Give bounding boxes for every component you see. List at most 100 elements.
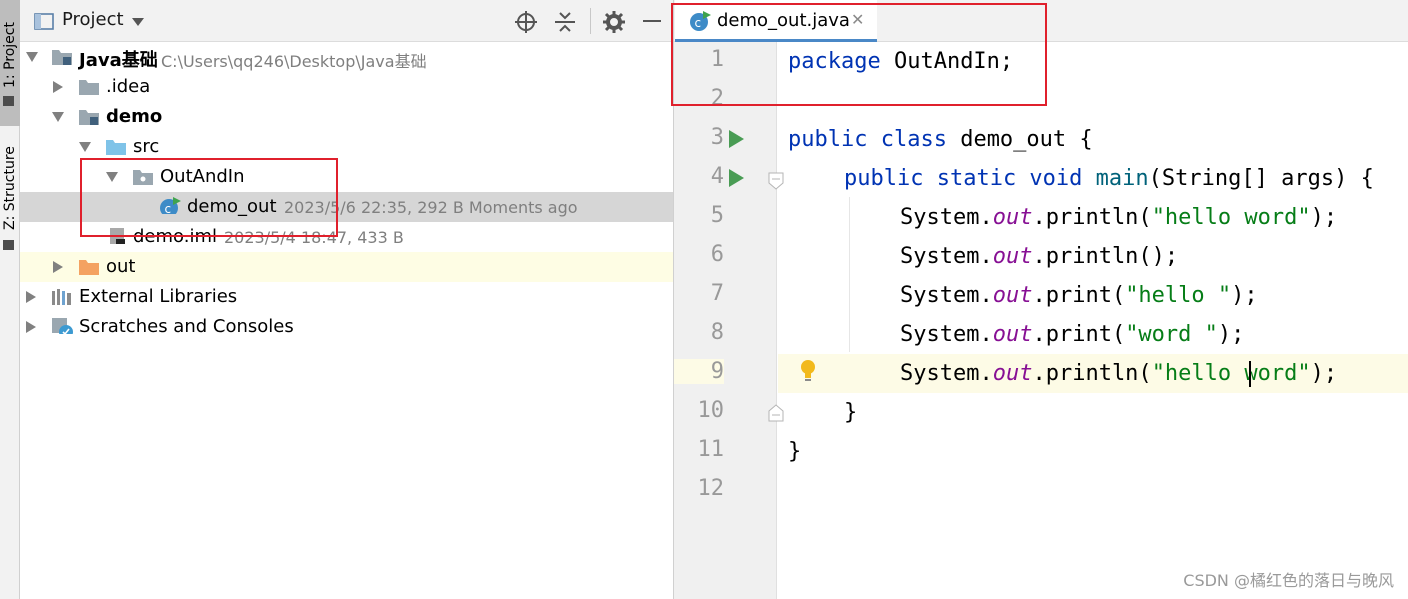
code-editor: c demo_out.java ✕ 1 2 3 4 5 6 7 8 9 10 1… (671, 0, 1408, 599)
tool-window-strip: 1: Project Z: Structure (0, 0, 20, 599)
collapse-arrow-icon[interactable] (53, 261, 63, 273)
code-text: .println( (1032, 205, 1152, 230)
string-literal: "hello word" (1151, 361, 1311, 386)
keyword: public class (788, 127, 947, 152)
code-line-9-current[interactable]: System.out.println("hello word"); (778, 354, 1408, 393)
tree-item-label: .idea (106, 76, 151, 97)
tree-item-path: C:\Users\qq246\Desktop\Java基础 (161, 52, 427, 71)
code-text: demo_out { (946, 127, 1093, 152)
gear-icon[interactable] (603, 11, 625, 33)
code-text: System. (900, 283, 993, 308)
tree-item-label: Java基础 (79, 50, 158, 71)
line-number: 6 (710, 242, 724, 267)
line-number: 8 (710, 320, 724, 345)
code-line-7[interactable]: System.out.print("hello "); (778, 276, 1408, 315)
code-text: System. (900, 361, 993, 386)
line-number: 3 (710, 125, 724, 150)
code-text: System. (900, 322, 993, 347)
line-number: 9 (674, 359, 724, 384)
library-icon (52, 289, 71, 305)
code-text: (String[] args) { (1148, 166, 1374, 191)
module-folder-icon (52, 50, 72, 65)
structure-tool-icon (3, 240, 14, 250)
field-name: out (992, 283, 1033, 308)
line-number: 4 (710, 164, 724, 189)
line-number: 5 (710, 203, 724, 228)
code-line-6[interactable]: System.out.println(); (778, 237, 1408, 276)
field-name: out (992, 322, 1033, 347)
code-text: System. (900, 205, 993, 230)
editor-gutter: 1 2 3 4 5 6 7 8 9 10 11 12 (674, 42, 784, 599)
tree-item-label: demo (106, 106, 163, 127)
project-panel-header: Project (20, 0, 673, 42)
lightbulb-icon[interactable] (798, 358, 818, 382)
tree-item-idea[interactable]: .idea (20, 72, 673, 102)
code-line-3[interactable]: public class demo_out { (778, 120, 1408, 159)
tree-item-scratches[interactable]: Scratches and Consoles (20, 312, 673, 342)
code-text: System. (900, 244, 993, 269)
excluded-folder-icon (79, 260, 99, 275)
structure-tool-tab[interactable]: Z: Structure (1, 138, 19, 230)
locate-icon[interactable] (515, 11, 537, 33)
collapse-all-icon[interactable] (555, 11, 575, 33)
tree-item-label: External Libraries (79, 286, 238, 307)
code-line-5[interactable]: System.out.println("hello word"); (778, 198, 1408, 237)
line-number: 10 (697, 398, 725, 423)
code-text: .print( (1032, 322, 1126, 347)
code-text: ); (1231, 283, 1258, 308)
field-name: out (992, 205, 1033, 230)
project-tool-tab[interactable]: 1: Project (0, 0, 20, 126)
collapse-arrow-icon[interactable] (26, 291, 36, 303)
tree-item-label: src (133, 136, 160, 157)
project-view-icon (34, 13, 54, 30)
line-number: 7 (710, 281, 724, 306)
tree-item-out[interactable]: out (20, 252, 673, 282)
chevron-down-icon[interactable] (132, 18, 144, 26)
string-literal: "word " (1125, 322, 1218, 347)
expand-arrow-icon[interactable] (52, 112, 64, 122)
code-line-10[interactable]: } (778, 393, 1408, 432)
project-tool-icon (3, 96, 14, 106)
project-panel: Project Java基础 C:\Users\qq246\Desktop\Ja… (20, 0, 673, 599)
run-main-icon[interactable] (729, 169, 744, 187)
code-text: ); (1310, 205, 1338, 230)
code-text: ); (1310, 361, 1338, 386)
code-text: .print( (1032, 283, 1126, 308)
tree-item-project-root[interactable]: Java基础 C:\Users\qq246\Desktop\Java基础 (20, 42, 673, 72)
code-line-4[interactable]: public static void main(String[] args) { (778, 159, 1408, 198)
string-literal: "hello word" (1151, 205, 1311, 230)
source-folder-icon (106, 140, 126, 155)
line-number: 12 (697, 476, 725, 501)
watermark: CSDN @橘红色的落日与晚风 (1183, 571, 1394, 590)
project-panel-title[interactable]: Project (62, 9, 124, 30)
expand-arrow-icon[interactable] (79, 142, 91, 152)
header-divider (590, 8, 591, 34)
module-folder-icon (79, 110, 99, 125)
expand-arrow-icon[interactable] (26, 52, 38, 62)
tree-item-external-libraries[interactable]: External Libraries (20, 282, 673, 312)
tree-item-label: Scratches and Consoles (79, 316, 294, 337)
string-literal: "hello " (1125, 283, 1232, 308)
highlight-box-tree (80, 158, 338, 237)
code-line-11[interactable]: } (778, 432, 1408, 471)
field-name: out (992, 244, 1033, 269)
collapse-arrow-icon[interactable] (53, 81, 63, 93)
highlight-box-editor (671, 3, 1047, 106)
code-text: .println( (1032, 361, 1152, 386)
code-text: } (844, 400, 858, 425)
line-number: 11 (697, 437, 725, 462)
code-line-8[interactable]: System.out.print("word "); (778, 315, 1408, 354)
code-text: ); (1217, 322, 1245, 347)
code-text: } (788, 439, 802, 464)
tree-item-demo[interactable]: demo (20, 102, 673, 132)
scratches-icon (52, 318, 73, 334)
field-name: out (992, 361, 1033, 386)
minimize-icon[interactable] (643, 20, 661, 22)
keyword: public static void (844, 166, 1083, 191)
text-cursor (1249, 361, 1251, 387)
run-class-icon[interactable] (729, 130, 744, 148)
collapse-arrow-icon[interactable] (26, 321, 36, 333)
folder-icon (79, 80, 99, 95)
code-text: .println(); (1032, 244, 1179, 269)
project-tool-tab-label: 1: Project (2, 22, 18, 88)
